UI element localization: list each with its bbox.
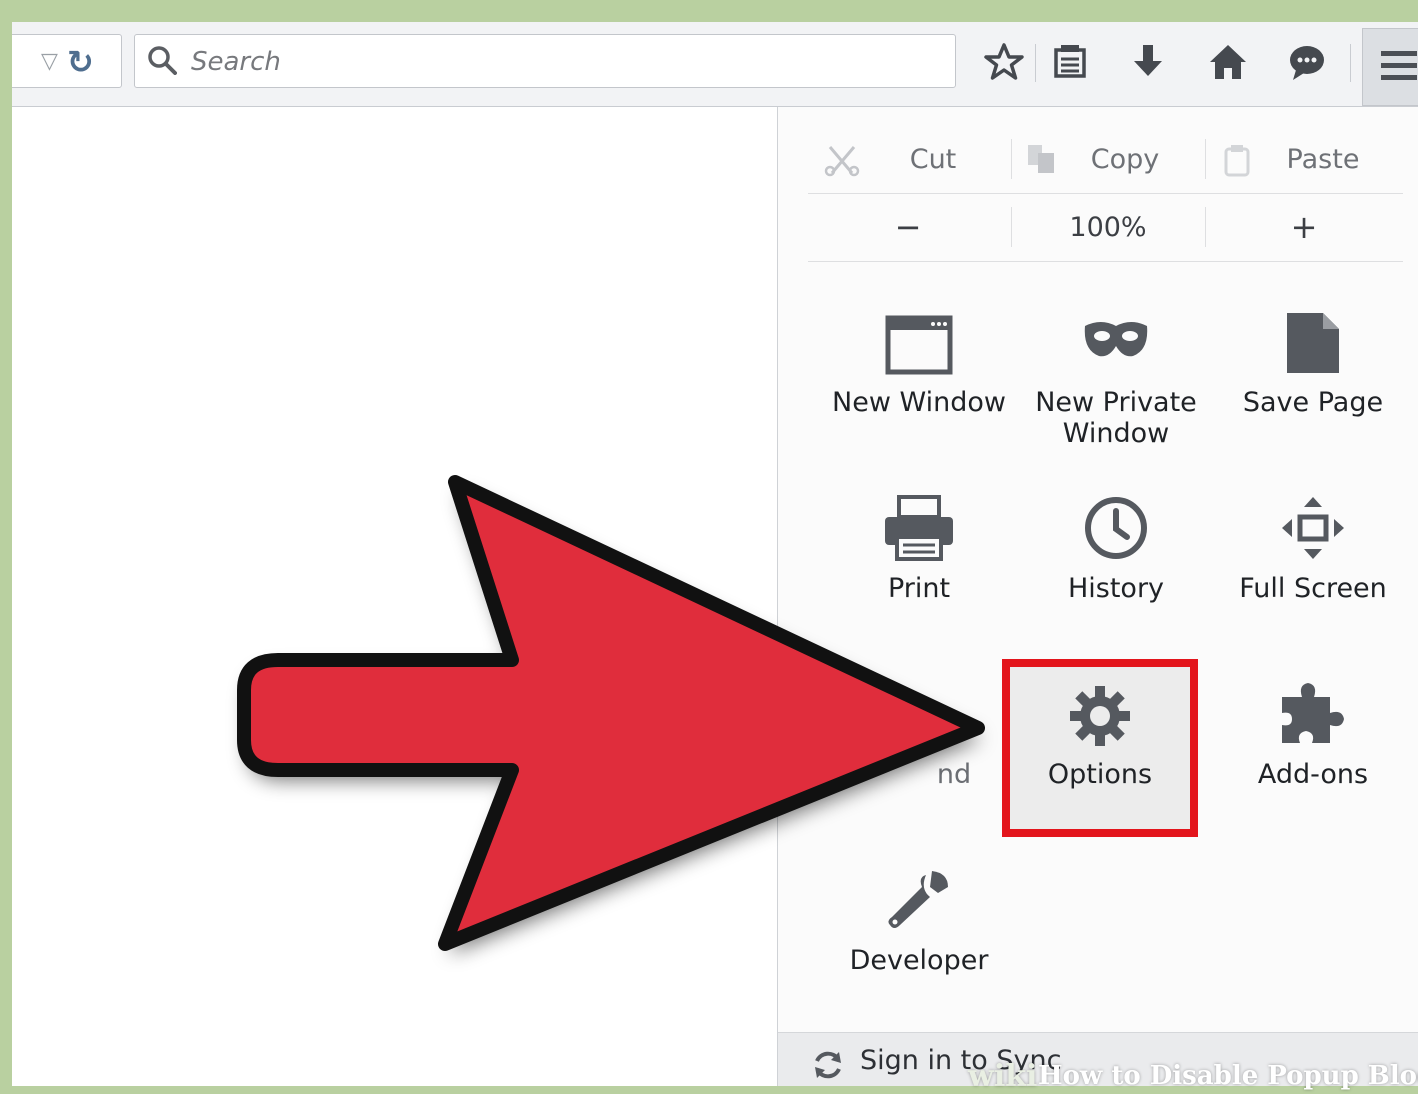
navigation-toolbar: ▽ ↻ Search <box>12 22 1418 107</box>
menu-item-print[interactable]: Print <box>821 481 1017 604</box>
window-icon <box>885 315 953 375</box>
zoom-in-button[interactable]: + <box>1206 193 1402 261</box>
printer-icon <box>885 495 953 561</box>
gear-icon <box>1070 686 1130 746</box>
puzzle-icon <box>1282 683 1344 743</box>
menu-item-label: New Window <box>832 387 1006 418</box>
bookmark-star-icon[interactable] <box>984 42 1024 82</box>
menu-item-options[interactable]: Options <box>1002 667 1198 790</box>
search-placeholder: Search <box>191 47 281 77</box>
sync-icon <box>815 1051 841 1079</box>
menu-item-label: Full Screen <box>1239 573 1387 604</box>
menu-item-save-page[interactable]: Save Page <box>1215 295 1411 418</box>
dropmarker-icon[interactable]: ▽ <box>41 49 58 74</box>
menu-item-label: Add-ons <box>1257 759 1369 790</box>
zoom-controls: − 100% + <box>808 193 1403 262</box>
menu-item-history[interactable]: History <box>1018 481 1214 604</box>
reading-list-icon[interactable] <box>1050 42 1090 82</box>
fullscreen-icon <box>1282 497 1344 559</box>
edit-controls: Cut Copy Paste <box>808 125 1403 194</box>
copy-button[interactable]: Copy <box>1060 125 1190 193</box>
menu-item-label: nd <box>936 759 972 790</box>
menu-item-add-ons[interactable]: Add-ons <box>1215 667 1411 790</box>
menu-item-full-screen[interactable]: Full Screen <box>1215 481 1411 604</box>
toolbar-separator <box>1035 44 1036 82</box>
clipboard-icon <box>1224 145 1250 177</box>
menu-item-developer[interactable]: Developer <box>821 853 1017 976</box>
menu-item-new-private-window[interactable]: New Private Window <box>1018 295 1214 449</box>
menu-item-new-window[interactable]: New Window <box>821 295 1017 418</box>
menu-item-label: Options <box>1047 759 1153 790</box>
search-input[interactable]: Search <box>134 34 956 88</box>
toolbar-separator <box>1350 44 1351 82</box>
menu-item-label: History <box>1067 573 1165 604</box>
mask-icon <box>1084 322 1148 357</box>
paste-button[interactable]: Paste <box>1258 125 1388 193</box>
clock-icon <box>1085 497 1147 559</box>
browser-window: ▽ ↻ Search Cut Copy Paste − 100% + New W… <box>12 22 1418 1086</box>
menu-item-label: Print <box>887 573 951 604</box>
page-content <box>12 107 778 1086</box>
cut-button[interactable]: Cut <box>868 125 998 193</box>
menu-item-find-partial[interactable]: nd <box>821 667 1017 790</box>
chat-icon[interactable] <box>1287 42 1327 82</box>
hamburger-menu-icon[interactable] <box>1362 28 1418 106</box>
menu-panel: Cut Copy Paste − 100% + New Window New P… <box>777 107 1418 1086</box>
copy-icon <box>1028 145 1054 173</box>
wikihow-watermark: wiki How to Disable Popup Block <box>968 1059 1418 1094</box>
url-bar-end[interactable]: ▽ ↻ <box>12 34 122 88</box>
reload-icon[interactable]: ↻ <box>67 43 94 81</box>
download-icon[interactable] <box>1128 42 1168 82</box>
page-icon <box>1287 313 1339 373</box>
menu-item-label: Save Page <box>1242 387 1384 418</box>
wrench-icon <box>888 871 948 928</box>
menu-item-label: New Private Window <box>1035 387 1197 449</box>
menu-item-label: Developer <box>849 945 989 976</box>
zoom-reset-button[interactable]: 100% <box>1012 193 1204 261</box>
home-icon[interactable] <box>1208 42 1248 82</box>
search-icon <box>148 46 177 75</box>
scissors-icon <box>824 146 860 177</box>
zoom-out-button[interactable]: − <box>808 193 1008 261</box>
